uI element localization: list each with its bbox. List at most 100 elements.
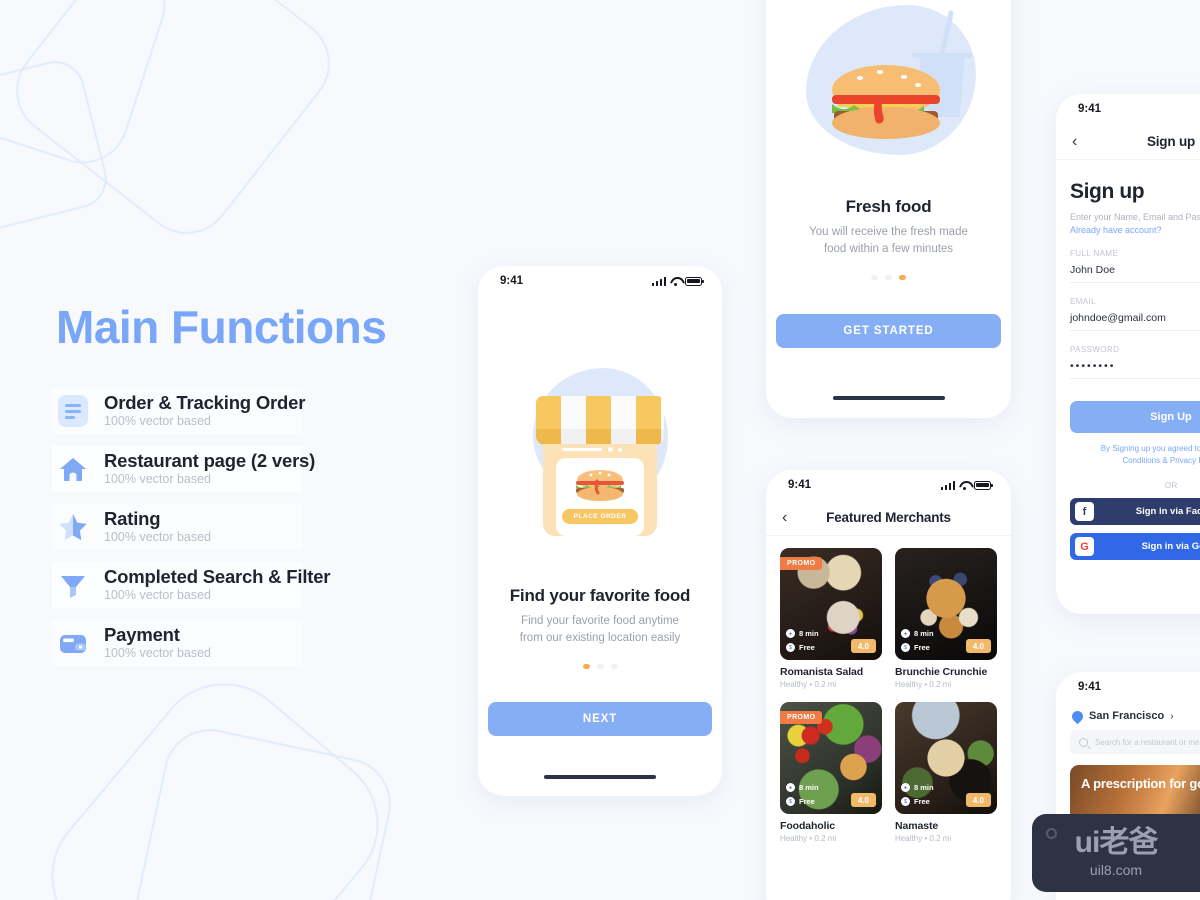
google-signin-button[interactable]: G Sign in via Google bbox=[1070, 533, 1200, 561]
decorative-square bbox=[0, 0, 178, 176]
function-title: Completed Search & Filter bbox=[104, 565, 331, 587]
promo-badge: PROMO bbox=[780, 711, 823, 724]
function-item-order-tracking[interactable]: Order & Tracking Order 100% vector based bbox=[52, 388, 306, 434]
document-icon bbox=[56, 394, 90, 428]
watermark-logo: ui老爸 bbox=[1074, 826, 1159, 859]
status-time: 9:41 bbox=[1078, 681, 1102, 693]
status-bar: 9:41 bbox=[1056, 94, 1200, 124]
dollar-icon: $ bbox=[786, 643, 795, 652]
banner-title: A prescription for good healthy bbox=[1081, 776, 1200, 791]
wifi-icon bbox=[959, 481, 970, 490]
function-item-restaurant-page[interactable]: Restaurant page (2 vers) 100% vector bas… bbox=[52, 446, 315, 492]
function-item-rating[interactable]: Rating 100% vector based bbox=[52, 504, 302, 550]
dot[interactable] bbox=[899, 274, 906, 280]
phone-onboarding-find: 9:41 PLACE ORDER Find your favorite food… bbox=[478, 266, 722, 796]
dollar-icon: $ bbox=[901, 797, 910, 806]
clock-icon: ● bbox=[901, 629, 910, 638]
fullname-field[interactable]: John Doe bbox=[1070, 258, 1200, 283]
merchant-image: ● 8 min $ Free 4.0 bbox=[895, 702, 997, 814]
watermark-url: uil8.com bbox=[1089, 862, 1143, 878]
decorative-square bbox=[126, 720, 400, 900]
get-started-button[interactable]: GET STARTED bbox=[776, 314, 1001, 348]
merchant-card[interactable]: ● 8 min $ Free 4.0 Brunchie Crunchie Hea… bbox=[895, 548, 997, 689]
function-item-search-filter[interactable]: Completed Search & Filter 100% vector ba… bbox=[52, 562, 331, 608]
terms-link[interactable]: Conditions & Privacy Policy bbox=[1122, 456, 1200, 465]
google-icon: G bbox=[1075, 537, 1094, 557]
cellular-icon bbox=[940, 480, 955, 490]
merchant-card[interactable]: ● 8 min $ Free 4.0 Namaste Healthy • 0.2… bbox=[895, 702, 997, 843]
shop-illustration: PLACE ORDER bbox=[478, 296, 722, 536]
function-subtitle: 100% vector based bbox=[104, 646, 212, 661]
merchant-meta: Healthy • 0.2 mi bbox=[780, 680, 837, 689]
battery-icon bbox=[974, 480, 993, 490]
merchant-time: ● 8 min bbox=[901, 783, 934, 792]
function-title: Rating bbox=[104, 507, 161, 529]
navigation-bar: ‹ Sign up bbox=[1056, 124, 1200, 160]
dot[interactable] bbox=[610, 663, 618, 669]
dot[interactable] bbox=[871, 274, 878, 280]
merchant-image: ● 8 min $ Free 4.0 bbox=[895, 548, 997, 660]
fresh-food-illustration bbox=[766, 0, 1011, 185]
facebook-label: Sign in via Facebook bbox=[1135, 506, 1200, 518]
page-indicator[interactable] bbox=[478, 663, 722, 669]
rating-badge: 4.0 bbox=[850, 793, 876, 807]
dollar-icon: $ bbox=[901, 643, 910, 652]
home-indicator bbox=[832, 396, 945, 400]
burger-icon bbox=[832, 65, 940, 139]
chevron-left-icon[interactable]: ‹ bbox=[1072, 133, 1077, 150]
search-input[interactable]: Search for a restaurant or menu bbox=[1070, 730, 1200, 754]
phone-signup: 9:41 ‹ Sign up Sign up Enter your Name, … bbox=[1056, 94, 1200, 614]
search-placeholder: Search for a restaurant or menu bbox=[1095, 737, 1200, 747]
chevron-right-icon: › bbox=[1170, 710, 1174, 722]
dollar-icon: $ bbox=[786, 797, 795, 806]
google-label: Sign in via Google bbox=[1141, 541, 1200, 553]
page-indicator[interactable] bbox=[766, 274, 1011, 280]
merchant-time: ● 8 min bbox=[786, 783, 819, 792]
merchant-time: ● 8 min bbox=[786, 629, 819, 638]
merchant-meta: Healthy • 0.2 mi bbox=[895, 680, 952, 689]
email-field[interactable]: johndoe@gmail.com bbox=[1070, 306, 1200, 331]
dot[interactable] bbox=[885, 274, 892, 280]
screenshot-root: Main Functions Order & Tracking Order 10… bbox=[0, 0, 1200, 900]
facebook-icon: f bbox=[1075, 502, 1094, 522]
clock-icon: ● bbox=[786, 629, 795, 638]
rating-badge: 4.0 bbox=[850, 639, 876, 653]
merchant-fee: $ Free bbox=[901, 797, 930, 806]
function-title: Order & Tracking Order bbox=[104, 391, 306, 413]
dot[interactable] bbox=[582, 663, 590, 669]
function-title: Payment bbox=[104, 623, 180, 645]
merchant-image: PROMO ● 8 min $ Free 4.0 bbox=[780, 702, 882, 814]
chevron-left-icon[interactable]: ‹ bbox=[782, 509, 787, 526]
place-order-button[interactable]: PLACE ORDER bbox=[561, 509, 639, 524]
nav-title: Featured Merchants bbox=[826, 510, 951, 525]
star-icon bbox=[56, 510, 90, 544]
merchant-fee: $ Free bbox=[786, 643, 815, 652]
merchant-card[interactable]: PROMO ● 8 min $ Free 4.0 Romanista Salad… bbox=[780, 548, 882, 689]
burger-icon bbox=[576, 470, 624, 501]
signup-description: Enter your Name, Email and Password bbox=[1070, 212, 1200, 222]
dot[interactable] bbox=[596, 663, 604, 669]
decorative-square bbox=[22, 654, 408, 900]
merchant-time: ● 8 min bbox=[901, 629, 934, 638]
signup-submit-button[interactable]: Sign Up bbox=[1070, 400, 1200, 433]
merchant-card[interactable]: PROMO ● 8 min $ Free 4.0 Foodaholic Heal… bbox=[780, 702, 882, 843]
login-link[interactable]: Already have account? bbox=[1070, 225, 1200, 235]
location-selector[interactable]: San Francisco › bbox=[1056, 702, 1200, 728]
merchant-fee: $ Free bbox=[786, 797, 815, 806]
field-label-email: EMAIL bbox=[1070, 296, 1097, 306]
phone-featured-merchants: 9:41 ‹ Featured Merchants PROMO ● 8 min bbox=[766, 470, 1011, 900]
clock-icon: ● bbox=[786, 783, 795, 792]
merchant-name: Romanista Salad bbox=[780, 666, 864, 678]
function-item-payment[interactable]: Payment 100% vector based bbox=[52, 620, 302, 666]
merchant-name: Foodaholic bbox=[780, 820, 835, 832]
promo-badge: PROMO bbox=[780, 557, 823, 570]
status-bar: 9:41 bbox=[478, 266, 722, 296]
merchant-grid: PROMO ● 8 min $ Free 4.0 Romanista Salad… bbox=[766, 536, 1011, 855]
funnel-icon bbox=[56, 568, 90, 602]
home-indicator bbox=[544, 775, 656, 779]
next-button[interactable]: NEXT bbox=[488, 702, 712, 736]
facebook-signin-button[interactable]: f Sign in via Facebook bbox=[1070, 498, 1200, 526]
onboarding-subtitle: You will receive the fresh made food wit… bbox=[809, 226, 968, 256]
password-field[interactable]: •••••••• bbox=[1070, 354, 1200, 379]
wifi-icon bbox=[670, 277, 681, 286]
